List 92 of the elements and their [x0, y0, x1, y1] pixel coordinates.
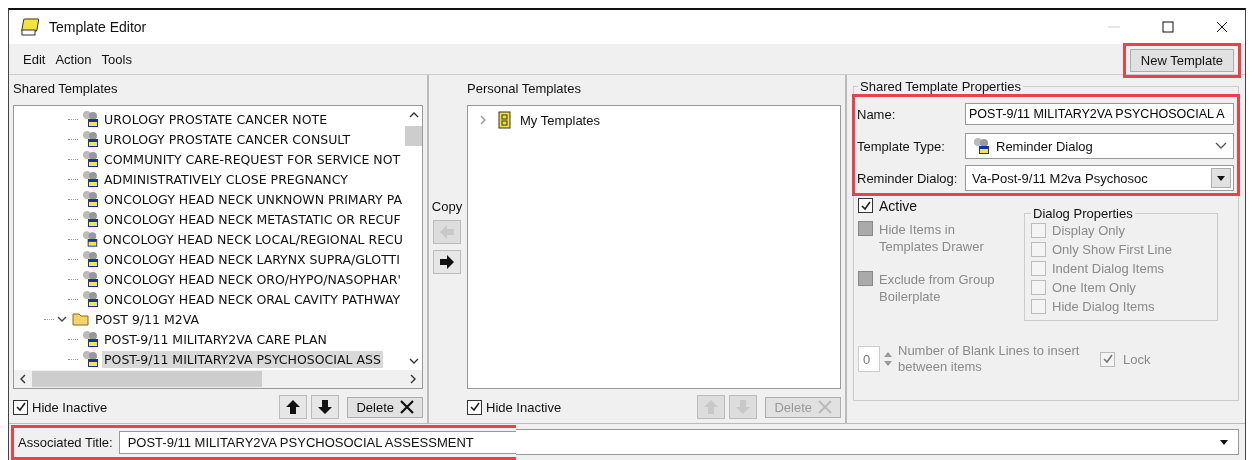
linked-item-dropdown[interactable]: Va-Post-9/11 M2va Psychosoc: [965, 165, 1234, 191]
checkbox-label: Lock: [1123, 351, 1151, 367]
move-up-button[interactable]: [279, 395, 308, 419]
spinner-label: Number of Blank Lines to insert between items: [898, 343, 1081, 375]
tree-item[interactable]: ONCOLOGY HEAD NECK UNKNOWN PRIMARY PA: [102, 190, 404, 208]
template-icon: [81, 330, 99, 348]
window-title: Template Editor: [49, 19, 147, 35]
template-icon: [81, 350, 99, 368]
tree-item[interactable]: POST-9/11 MILITARY2VA PSYCHOSOCIAL ASS: [102, 350, 383, 368]
template-icon: [81, 130, 99, 148]
name-field[interactable]: POST-9/11 MILITARY2VA PSYCHOSOCIAL A: [965, 103, 1234, 125]
checkbox[interactable]: [13, 399, 28, 415]
checkbox-label: Display Only: [1052, 223, 1125, 238]
checkbox[interactable]: [1031, 299, 1046, 314]
checkbox-label: Hide Dialog Items: [1052, 299, 1155, 314]
template-icon: [81, 210, 99, 228]
maximize-icon[interactable]: [1162, 21, 1174, 33]
checkbox[interactable]: [1100, 351, 1115, 367]
scroll-down-icon[interactable]: [408, 358, 419, 364]
group-title: Dialog Properties: [1032, 206, 1134, 221]
group-title: Shared Template Properties: [859, 79, 1022, 94]
tree-item[interactable]: ONCOLOGY HEAD NECK LOCAL/REGIONAL RECU: [100, 230, 405, 248]
checkbox[interactable]: [1031, 242, 1046, 257]
dropdown-icon: [1217, 175, 1225, 181]
checkbox[interactable]: [467, 399, 482, 415]
checkbox[interactable]: [1031, 223, 1046, 238]
scroll-left-icon[interactable]: [20, 374, 26, 384]
copy-right-button[interactable]: [433, 250, 461, 274]
tree-item[interactable]: UROLOGY PROSTATE CANCER CONSULT: [102, 130, 353, 148]
checkbox-label: Only Show First Line: [1052, 242, 1172, 257]
notebook-icon: [21, 18, 41, 36]
arrow-icon: [317, 399, 334, 415]
template-icon: [81, 190, 99, 208]
tree-item[interactable]: ONCOLOGY HEAD NECK ORAL CAVITY PATHWAY: [102, 290, 403, 308]
field-label: Name:: [857, 106, 897, 122]
delete-button[interactable]: Delete: [347, 396, 423, 418]
template-icon: [80, 230, 98, 248]
template-icon: [81, 290, 99, 308]
template-icon: [81, 170, 99, 188]
checkbox[interactable]: [858, 198, 873, 213]
tree-item[interactable]: ONCOLOGY HEAD NECK LARYNX SUPRA/GLOTTI: [102, 250, 402, 268]
folder-icon: [72, 312, 90, 326]
checkbox-label: Hide Inactive: [486, 399, 562, 415]
move-down-button[interactable]: [311, 395, 340, 419]
template-type-dropdown[interactable]: Reminder Dialog: [965, 133, 1234, 159]
cabinet-icon: [496, 111, 512, 129]
template-icon: [81, 110, 99, 128]
menu-item[interactable]: Tools: [101, 51, 132, 67]
panel-label: Shared Templates: [13, 81, 119, 98]
copy-left-button[interactable]: [433, 220, 461, 244]
template-icon: [81, 150, 99, 168]
field-label: Associated Title:: [18, 434, 113, 450]
template-icon: [81, 250, 99, 268]
template-icon: [81, 270, 99, 288]
tree-item[interactable]: ONCOLOGY HEAD NECK METASTATIC OR RECUF: [102, 210, 403, 228]
checkbox-label: Active: [879, 198, 918, 215]
arrow-icon: [285, 399, 302, 415]
spin-up-icon[interactable]: [884, 352, 892, 357]
scroll-thumb[interactable]: [405, 126, 422, 146]
cross-icon: [818, 400, 832, 414]
tree-item[interactable]: My Templates: [518, 111, 602, 129]
field-label: Template Type:: [857, 138, 946, 154]
horizontal-scrollbar[interactable]: [14, 370, 422, 388]
arrow-icon: [439, 254, 455, 270]
copy-label: Copy: [431, 199, 463, 214]
chevron-icon[interactable]: [57, 314, 67, 324]
tree-item[interactable]: ADMINISTRATIVELY CLOSE PREGNANCY: [102, 170, 350, 188]
new-template-button[interactable]: New Template: [1129, 48, 1234, 72]
scroll-thumb[interactable]: [32, 371, 262, 387]
scroll-up-icon[interactable]: [408, 112, 419, 118]
checkbox-label: Exclude from Group Boilerplate: [879, 271, 996, 305]
field-label: Reminder Dialog:: [857, 170, 959, 186]
tree-item[interactable]: POST 9/11 M2VA: [93, 310, 201, 328]
checkbox-label: Hide Inactive: [32, 399, 108, 415]
tree-item[interactable]: POST-9/11 MILITARY2VA CARE PLAN: [102, 330, 329, 348]
checkbox-label: Hide Items in Templates Drawer: [879, 221, 985, 255]
checkbox-label: One Item Only: [1052, 280, 1136, 295]
checkbox[interactable]: [1031, 280, 1046, 295]
tree-item[interactable]: UROLOGY PROSTATE CANCER NOTE: [102, 110, 330, 128]
checkbox[interactable]: [1031, 261, 1046, 276]
chevron-down-icon: [1215, 142, 1227, 150]
tree-item[interactable]: ONCOLOGY HEAD NECK ORO/HYPO/NASOPHAR': [102, 270, 403, 288]
tree-item[interactable]: COMMUNITY CARE-REQUEST FOR SERVICE NOT: [102, 150, 403, 168]
checkbox-label: Indent Dialog Items: [1052, 261, 1164, 276]
menu-item[interactable]: Edit: [23, 51, 46, 67]
cross-icon: [400, 400, 414, 414]
panel-label: Personal Templates: [467, 81, 582, 98]
menu-item[interactable]: Action: [55, 51, 92, 67]
spin-down-icon[interactable]: [884, 361, 892, 366]
scroll-right-icon[interactable]: [410, 374, 416, 384]
template-icon: [972, 137, 990, 155]
close-icon[interactable]: [1216, 21, 1228, 33]
